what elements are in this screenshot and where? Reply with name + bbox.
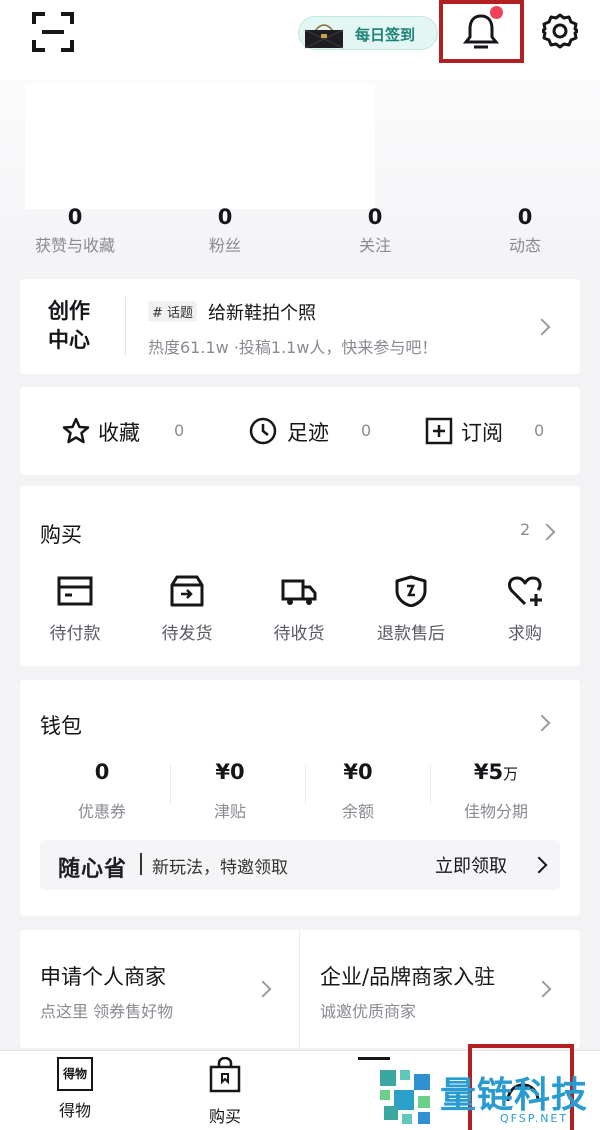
shield-icon (395, 575, 427, 607)
plus-square-icon (425, 417, 453, 445)
wallet-value: ¥0 (215, 760, 245, 784)
chevron-right-icon (534, 980, 552, 998)
watermark-domain: QFSP.NET (500, 1112, 569, 1125)
banner-logo: 随心省 (58, 857, 128, 882)
topic-title: 给新鞋拍个照 (208, 303, 316, 324)
stat-label: 获赞与收藏 (34, 236, 115, 255)
divider (125, 297, 126, 355)
link-label: 订阅 (461, 421, 503, 445)
dewu-logo-icon: 得物 (57, 1057, 93, 1091)
box-icon (170, 575, 204, 607)
wallet-value: 0 (94, 760, 110, 784)
stat-fans[interactable]: 0 粉丝 (150, 205, 300, 256)
clock-icon (249, 417, 277, 445)
chevron-right-icon (538, 523, 556, 541)
tab-dewu[interactable]: 得物 得物 (20, 1057, 130, 1121)
order-pending-shipment[interactable]: 待发货 (132, 575, 242, 644)
order-pending-payment[interactable]: 待付款 (20, 575, 130, 644)
purchase-title: 购买 (40, 523, 82, 547)
stat-value: 0 (67, 205, 83, 229)
chevron-right-icon (530, 856, 548, 874)
topic-tag: # 话题 (148, 301, 198, 322)
tab-icon-partial[interactable] (358, 1057, 390, 1060)
stat-following[interactable]: 0 关注 (300, 205, 450, 256)
wallet-title: 钱包 (40, 714, 82, 738)
star-icon (62, 417, 90, 444)
heart-plus-icon (508, 576, 542, 606)
chevron-right-icon (254, 980, 272, 998)
wallet-installment[interactable]: ¥5万 佳物分期 (430, 760, 562, 822)
wallet-allowance[interactable]: ¥0 津贴 (164, 760, 296, 822)
stat-label: 关注 (358, 236, 391, 255)
link-count: 0 (174, 421, 185, 440)
wallet-balance[interactable]: ¥0 余额 (292, 760, 424, 822)
shopping-bag-icon (209, 1056, 241, 1093)
order-label: 待发货 (161, 624, 213, 644)
wallet-label: 余额 (341, 802, 374, 821)
stat-value: 0 (517, 205, 533, 229)
link-count: 0 (534, 421, 545, 440)
daily-signin-button[interactable]: 每日签到 (298, 16, 438, 50)
wallet-label: 津贴 (213, 802, 246, 821)
stat-label: 粉丝 (208, 236, 241, 255)
tab-label: 购买 (208, 1107, 241, 1126)
wallet-value: ¥0 (343, 760, 373, 784)
scan-icon[interactable] (32, 12, 74, 52)
stat-posts[interactable]: 0 动态 (450, 205, 600, 256)
order-refund[interactable]: 退款售后 (356, 575, 466, 644)
stat-likes[interactable]: 0 获赞与收藏 (0, 205, 150, 256)
gear-icon[interactable] (542, 13, 578, 49)
purchase-count: 2 (520, 520, 531, 539)
topic-subtitle: 热度61.1w ·投稿1.1w人，快来参与吧！ (148, 338, 438, 357)
merchant-title: 申请个人商家 (40, 965, 166, 989)
order-wanted[interactable]: 求购 (470, 575, 580, 644)
personal-merchant-entry[interactable]: 申请个人商家 点这里 领券售好物 (20, 930, 299, 1048)
truck-icon (281, 579, 317, 605)
wallet-value: ¥5万 (473, 760, 519, 784)
purchase-all-link[interactable]: 2 (510, 520, 570, 546)
handbag-icon (304, 24, 344, 49)
wallet-coupons[interactable]: 0 优惠券 (36, 760, 168, 822)
card-icon (57, 576, 93, 606)
link-label: 收藏 (98, 421, 140, 445)
merchant-title: 企业/品牌商家入驻 (320, 965, 496, 989)
merchant-subtitle: 点这里 领券售好物 (40, 1002, 174, 1021)
banner-text: 新玩法，特邀领取 (152, 858, 288, 878)
merchant-subtitle: 诚邀优质商家 (320, 1002, 417, 1021)
tab-label: 得物 (58, 1101, 91, 1120)
wallet-label: 优惠券 (77, 802, 126, 821)
chevron-right-icon[interactable] (533, 714, 551, 732)
brand-merchant-entry[interactable]: 企业/品牌商家入驻 诚邀优质商家 (300, 930, 580, 1048)
tab-buy[interactable]: 购买 (170, 1056, 280, 1127)
chevron-right-icon (533, 318, 551, 336)
divider (140, 853, 142, 875)
watermark-logo-icon (380, 1070, 430, 1124)
notification-badge (490, 6, 503, 19)
merchant-card: 申请个人商家 点这里 领券售好物 企业/品牌商家入驻 诚邀优质商家 (20, 930, 580, 1048)
watermark-title: 量链科技 (440, 1075, 589, 1116)
order-pending-receipt[interactable]: 待收货 (244, 575, 354, 644)
link-count: 0 (361, 421, 372, 440)
profile-cover (25, 84, 375, 209)
signin-label: 每日签到 (355, 26, 416, 44)
order-label: 待付款 (49, 624, 101, 644)
quick-links-card: 收藏 0 足迹 0 订阅 0 (20, 387, 580, 475)
link-label: 足迹 (287, 421, 329, 445)
banner-action[interactable]: 立即领取 (435, 852, 507, 878)
stat-value: 0 (217, 205, 233, 229)
creation-title: 创作 中心 (48, 299, 90, 352)
order-label: 退款售后 (377, 624, 445, 644)
creation-center-card[interactable]: 创作 中心 # 话题 给新鞋拍个照 热度61.1w ·投稿1.1w人，快来参与吧… (20, 279, 580, 374)
stat-value: 0 (367, 205, 383, 229)
installment-banner[interactable]: 随心省 新玩法，特邀领取 立即领取 (40, 840, 560, 890)
wallet-label: 佳物分期 (463, 802, 528, 821)
stat-label: 动态 (508, 236, 541, 255)
order-label: 待收货 (273, 624, 325, 644)
order-label: 求购 (508, 624, 542, 644)
